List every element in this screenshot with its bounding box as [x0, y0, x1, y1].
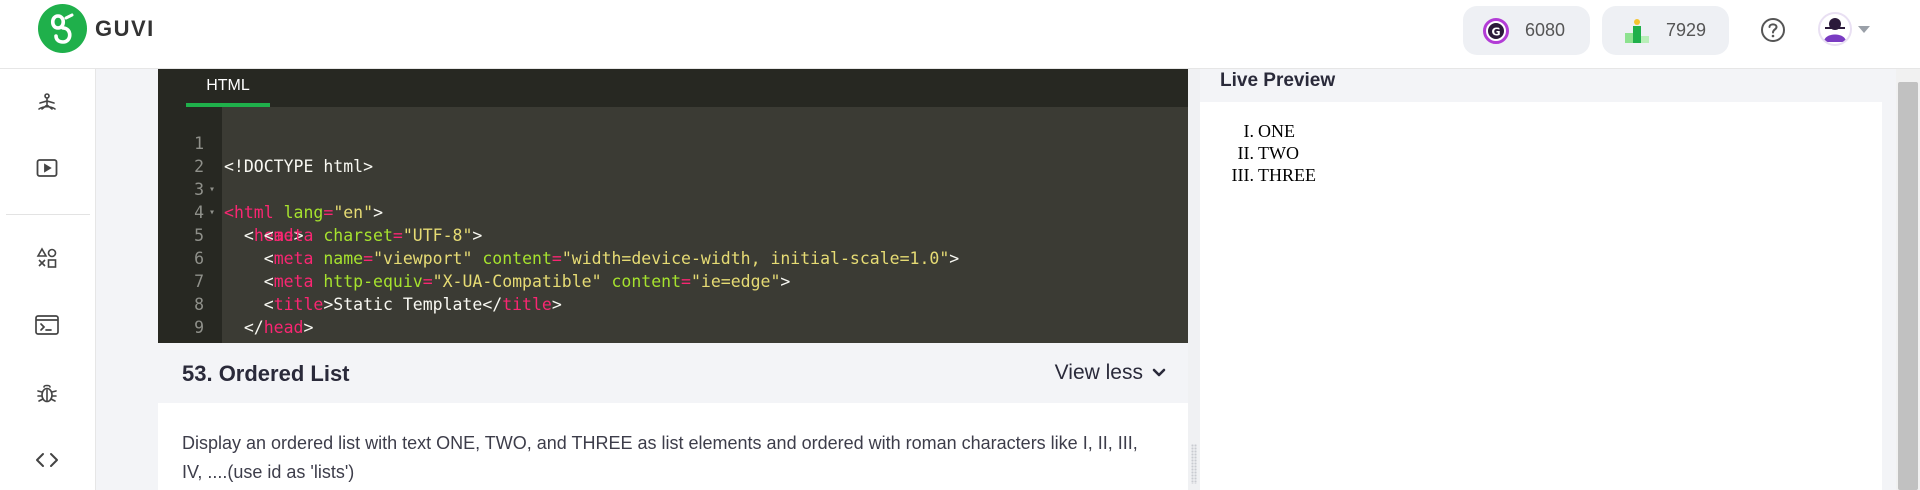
view-less-toggle[interactable]: View less: [1055, 361, 1166, 385]
code-line[interactable]: 4 <meta charset="UTF-8">: [158, 178, 1188, 245]
tab-html[interactable]: HTML: [186, 69, 270, 107]
podium-icon: [1624, 18, 1650, 44]
top-header: GUVI G 6080 7929: [0, 0, 1920, 69]
code-brackets-icon[interactable]: [30, 443, 64, 477]
list-text: THREE: [1258, 165, 1316, 185]
brand-name: GUVI: [95, 16, 155, 41]
view-less-label: View less: [1054, 361, 1143, 384]
guvi-logo-icon[interactable]: [38, 4, 87, 53]
question-circle-icon[interactable]: [1760, 17, 1786, 48]
editor-tabbar: HTML: [158, 69, 1188, 107]
live-preview-panel: Live Preview I. ONE II. TWO III. THREE: [1200, 69, 1884, 490]
drag-handle-icon[interactable]: [1191, 444, 1197, 484]
code-line[interactable]: 7 <title>Static Template</title>: [158, 247, 1188, 314]
code-line[interactable]: 10: [158, 316, 1188, 343]
rank-value: 7929: [1666, 20, 1707, 40]
problem-header: 53. Ordered List View less: [158, 343, 1188, 403]
left-sidebar: [0, 69, 96, 490]
list-number: I.: [1243, 121, 1255, 141]
bug-icon[interactable]: [30, 376, 64, 410]
list-number: II.: [1237, 143, 1255, 163]
code-line[interactable]: 6 <meta http-equiv="X-UA-Compatible" con…: [158, 224, 1188, 291]
gems-value: 6080: [1525, 20, 1566, 40]
panel-splitter[interactable]: [1188, 69, 1200, 490]
chevron-down-icon: [1152, 368, 1166, 378]
user-avatar[interactable]: [1818, 12, 1852, 46]
code-editor[interactable]: HTML 1 <!DOCTYPE html> 2 ▾ <html lang="e…: [158, 69, 1188, 343]
code-line[interactable]: 3 ▾ <head>: [158, 155, 1188, 245]
code-line[interactable]: 1 <!DOCTYPE html>: [158, 109, 1188, 176]
problem-title: 53. Ordered List: [182, 361, 350, 386]
sidebar-divider: [6, 214, 90, 215]
shapes-icon[interactable]: [30, 241, 64, 275]
meditation-icon[interactable]: [30, 86, 64, 120]
preview-frame[interactable]: I. ONE II. TWO III. THREE: [1200, 102, 1882, 490]
page-scrollbar-thumb[interactable]: [1898, 82, 1918, 490]
chevron-down-icon[interactable]: [1858, 26, 1870, 33]
svg-text:G: G: [1491, 25, 1500, 38]
list-number: III.: [1231, 165, 1254, 185]
gems-badge[interactable]: G 6080: [1463, 6, 1590, 55]
problem-body: Display an ordered list with text ONE, T…: [158, 403, 1188, 490]
live-preview-label: Live Preview: [1220, 70, 1336, 91]
rank-badge[interactable]: 7929: [1602, 6, 1729, 55]
code-line[interactable]: 2 ▾ <html lang="en">: [158, 132, 1188, 222]
problem-description: Display an ordered list with text ONE, T…: [182, 433, 1138, 482]
code-line[interactable]: 5 <meta name="viewport" content="width=d…: [158, 201, 1188, 268]
code-line[interactable]: 8 </head>: [158, 270, 1188, 337]
code-line[interactable]: 9 ▾ <body>: [158, 293, 1188, 337]
list-text: TWO: [1258, 143, 1299, 163]
gem-coin-icon: G: [1483, 17, 1509, 44]
list-text: ONE: [1258, 121, 1295, 141]
video-play-icon[interactable]: [30, 151, 64, 185]
code-lines[interactable]: 1 <!DOCTYPE html> 2 ▾ <html lang="en"> 3…: [158, 107, 1188, 343]
terminal-icon[interactable]: [30, 308, 64, 342]
